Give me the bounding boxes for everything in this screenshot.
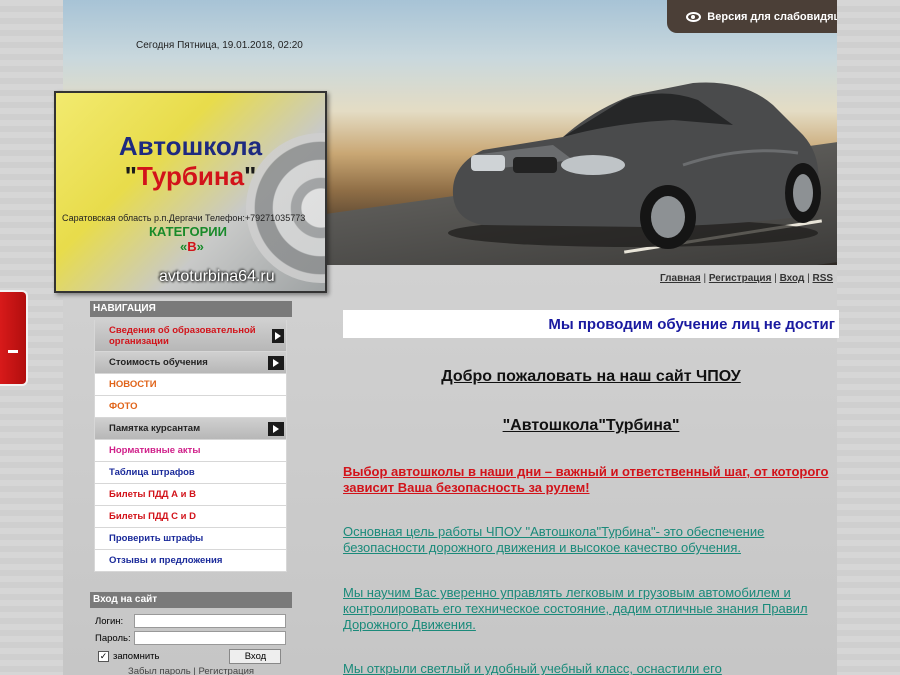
training-paragraph[interactable]: Мы научим Вас уверенно управлять легковы… [343, 585, 839, 633]
nav-item-fines-table[interactable]: Таблица штрафов [94, 462, 287, 484]
classroom-paragraph[interactable]: Мы открыли светлый и удобный учебный кла… [343, 661, 839, 675]
sidebar: НАВИГАЦИЯ Сведения об образовательной ор… [90, 301, 292, 675]
marquee-banner: Мы проводим обучение лиц не достиг [343, 310, 839, 338]
password-input[interactable] [134, 631, 286, 645]
nav-title: НАВИГАЦИЯ [90, 301, 292, 317]
home-link[interactable]: Главная [660, 273, 701, 284]
login-label: Логин: [95, 615, 124, 627]
low-vision-button[interactable]: Версия для слабовидящих [667, 0, 837, 33]
forgot-password-link[interactable]: Забыл пароль [128, 666, 191, 675]
low-vision-label: Версия для слабовидящих [707, 10, 837, 23]
nav-item-price[interactable]: Стоимость обучения [94, 352, 287, 374]
arrow-right-icon [268, 355, 284, 370]
nav-item-tickets-cd[interactable]: Билеты ПДД С и D [94, 506, 287, 528]
intro-paragraph: Выбор автошколы в наши дни – важный и от… [343, 464, 829, 495]
register-link-sidebar[interactable]: Регистрация [198, 666, 254, 675]
logo-url: avtoturbina64.ru [159, 268, 275, 285]
nav-item-photo[interactable]: ФОТО [94, 396, 287, 418]
logo-title: Автошкола [118, 131, 263, 161]
login-title: Вход на сайт [90, 592, 292, 608]
car-image [448, 82, 821, 249]
rss-link[interactable]: RSS [812, 273, 833, 284]
logo-subtitle: "Турбина" [124, 161, 257, 191]
login-input[interactable] [134, 614, 286, 628]
main-content: Мы проводим обучение лиц не достиг Добро… [343, 310, 839, 675]
nav-item-memo[interactable]: Памятка курсантам [94, 418, 287, 440]
logo-category-value: «В» [180, 239, 204, 254]
school-name-heading: "Автошкола"Турбина" [502, 417, 680, 434]
login-button[interactable]: Вход [229, 649, 282, 664]
nav-item-check-fines[interactable]: Проверить штрафы [94, 528, 287, 550]
login-link[interactable]: Вход [780, 273, 805, 284]
remember-label: запомнить [113, 651, 160, 662]
nav-item-feedback[interactable]: Отзывы и предложения [94, 550, 287, 572]
nav-menu: Сведения об образовательной организации … [94, 320, 287, 572]
register-link[interactable]: Регистрация [709, 273, 772, 284]
eye-icon [686, 11, 702, 22]
nav-item-normative[interactable]: Нормативные акты [94, 440, 287, 462]
welcome-heading: Добро пожаловать на наш сайт ЧПОУ [441, 368, 741, 385]
top-links: Главная | Регистрация | Вход | RSS [660, 273, 834, 284]
logo-category-label: КАТЕГОРИИ [149, 224, 227, 239]
marquee-text: Мы проводим обучение лиц не достиг [548, 315, 835, 333]
right-side-stripe [837, 0, 900, 675]
remember-checkbox[interactable]: ✓ [98, 651, 109, 662]
side-feedback-tab[interactable] [0, 290, 28, 386]
nav-item-tickets-ab[interactable]: Билеты ПДД А и В [94, 484, 287, 506]
arrow-right-icon [268, 421, 284, 436]
date-text: Сегодня Пятница, 19.01.2018, 02:20 [136, 40, 303, 51]
password-label: Пароль: [95, 632, 131, 644]
nav-item-org-info[interactable]: Сведения об образовательной организации [94, 320, 287, 352]
logo-address: Саратовская область р.п.Дергачи Телефон:… [62, 213, 306, 223]
arrow-right-icon [271, 328, 284, 343]
site-logo[interactable]: Автошкола "Турбина" Саратовская область … [54, 91, 327, 293]
goal-paragraph[interactable]: Основная цель работы ЧПОУ "Автошкола"Тур… [343, 524, 839, 556]
nav-item-news[interactable]: НОВОСТИ [94, 374, 287, 396]
